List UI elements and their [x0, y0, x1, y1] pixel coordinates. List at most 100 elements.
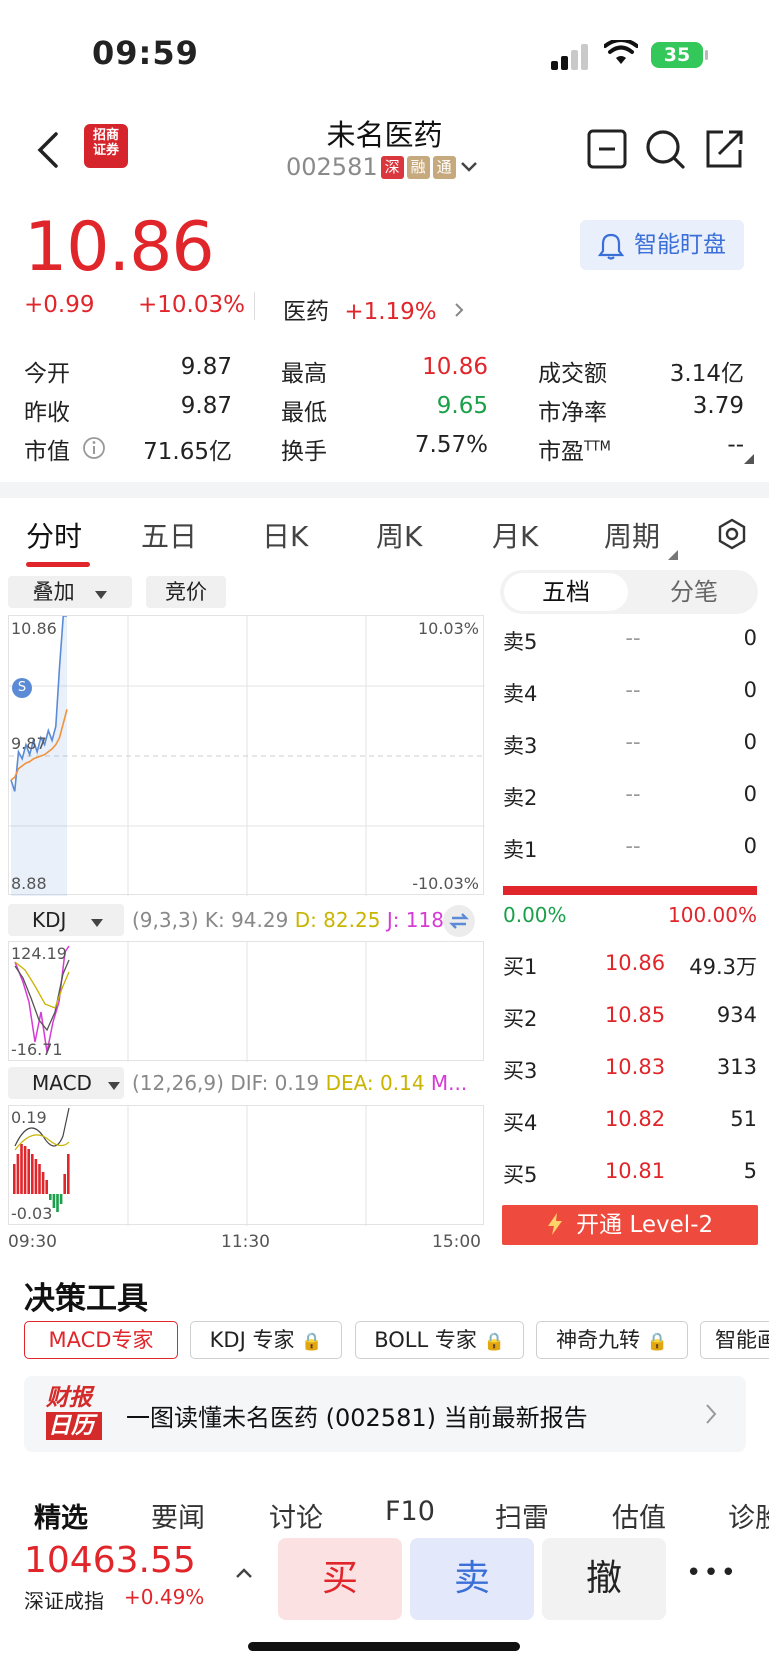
bid-volume: 5: [743, 1159, 757, 1183]
bid-price: 10.86: [604, 951, 666, 975]
smart-watch-button[interactable]: 智能盯盘: [580, 220, 744, 270]
ask-row[interactable]: 卖4 -- 0: [503, 678, 757, 718]
bid-volume: 51: [730, 1107, 757, 1131]
bid-volume: 934: [716, 1003, 757, 1027]
stat-turnover: 7.57%: [414, 432, 488, 458]
intraday-chart[interactable]: 10.86 9.87 8.88 10.03% -10.03% S: [8, 615, 485, 896]
tab-intraday[interactable]: 分时: [26, 515, 82, 555]
price-change: +0.99: [24, 292, 95, 318]
settings-icon[interactable]: [716, 518, 748, 550]
tab-monthly-k[interactable]: 月K: [492, 515, 538, 555]
bid-row[interactable]: 买4 10.82 51: [503, 1107, 757, 1147]
wifi-icon: [604, 40, 638, 64]
report-badge-bottom: 日历: [46, 1412, 102, 1440]
index-pct: +0.49%: [124, 1585, 205, 1609]
stat-pb: 3.79: [692, 393, 744, 419]
bid-row[interactable]: 买3 10.83 313: [503, 1055, 757, 1095]
bid-row[interactable]: 买5 10.81 5: [503, 1159, 757, 1199]
info-icon[interactable]: [82, 436, 106, 460]
macd-plot: [13, 1106, 367, 1226]
bid-level-label: 买2: [503, 1007, 538, 1031]
tab-daily-k[interactable]: 日K: [262, 515, 308, 555]
macd-dropdown[interactable]: MACD: [8, 1067, 124, 1099]
switch-indicator-icon[interactable]: [442, 904, 476, 938]
minus-square-icon[interactable]: [586, 128, 628, 170]
dropdown-arrow-icon: [90, 919, 103, 927]
dropdown-arrow-icon: [95, 591, 108, 599]
cancel-order-button[interactable]: 撤: [542, 1538, 666, 1620]
home-indicator: [248, 1642, 520, 1651]
chevron-right-icon: [455, 303, 464, 317]
ask-price: --: [625, 730, 641, 754]
tab-period[interactable]: 周期: [604, 515, 660, 555]
tool-kdj-expert[interactable]: KDJ 专家 🔒: [190, 1321, 342, 1359]
kdj-chart[interactable]: 124.19 -16.71: [8, 941, 484, 1062]
macd-histogram-bar: [45, 1180, 48, 1194]
overlay-dropdown[interactable]: 叠加: [8, 576, 132, 608]
bid-row[interactable]: 买1 10.86 49.3万: [503, 951, 757, 991]
level2-button[interactable]: 开通 Level-2: [502, 1205, 758, 1245]
sell-button[interactable]: 卖: [410, 1538, 534, 1620]
buy-button[interactable]: 买: [278, 1538, 402, 1620]
macd-histogram-bar: [56, 1194, 59, 1212]
stat-pe-label-text: 市盈: [538, 439, 584, 465]
stat-low: 9.65: [436, 393, 488, 419]
stat-open-label: 今开: [24, 361, 70, 387]
signal-marker[interactable]: S: [12, 678, 32, 698]
share-icon[interactable]: [703, 128, 745, 170]
ask-row[interactable]: 卖3 -- 0: [503, 730, 757, 770]
tab-ticks[interactable]: 分笔: [632, 573, 756, 611]
tab-weekly-k[interactable]: 周K: [376, 515, 422, 555]
bid-level-label: 买1: [503, 955, 538, 979]
kdj-label: KDJ: [32, 908, 67, 932]
bid-price: 10.81: [604, 1159, 666, 1183]
expand-corner-icon[interactable]: [744, 454, 754, 464]
search-icon[interactable]: [644, 128, 686, 170]
tool-macd-expert[interactable]: MACD专家: [24, 1321, 178, 1359]
tool-magic-nine[interactable]: 神奇九转 🔒: [536, 1321, 688, 1359]
tab-five-levels[interactable]: 五档: [504, 573, 628, 611]
stock-code-row[interactable]: 002581 深 融 通: [286, 153, 479, 181]
stat-amount: 3.14亿: [669, 361, 744, 387]
y-axis-top: 10.86: [11, 619, 57, 638]
ask-price: --: [625, 678, 641, 702]
time-mid: 11:30: [221, 1232, 270, 1252]
price-change-pct: +10.03%: [138, 292, 245, 318]
ask-row[interactable]: 卖2 -- 0: [503, 782, 757, 822]
index-name: 深证成指: [24, 1589, 104, 1613]
ask-price: --: [625, 626, 641, 650]
chevron-up-icon[interactable]: [234, 1566, 254, 1580]
tool-smart-draw[interactable]: 智能画: [700, 1321, 769, 1359]
kdj-dropdown[interactable]: KDJ: [8, 904, 124, 936]
tool-nine-label: 神奇九转: [556, 1328, 641, 1352]
macd-chart[interactable]: 0.19 -0.03: [8, 1105, 484, 1226]
bid-row[interactable]: 买2 10.85 934: [503, 1003, 757, 1043]
active-tab-indicator: [26, 562, 90, 567]
news-tab-f10[interactable]: F10: [385, 1496, 435, 1527]
stats-grid[interactable]: 今开 9.87 最高 10.86 成交额 3.14亿 昨收 9.87 最低 9.…: [0, 354, 769, 474]
time-start: 09:30: [8, 1232, 57, 1252]
overlay-label: 叠加: [32, 580, 75, 604]
kdj-plot: [14, 942, 367, 1062]
sector-pct: +1.19%: [344, 299, 437, 325]
bid-volume: 49.3万: [689, 955, 757, 979]
sector-link[interactable]: 医药 +1.19%: [283, 292, 466, 326]
tool-boll-label: BOLL 专家: [374, 1328, 477, 1352]
macd-dea-line: [14, 1134, 70, 1151]
macd-histogram-bar: [27, 1149, 30, 1194]
macd-histogram-bar: [67, 1154, 70, 1194]
ask-row[interactable]: 卖5 -- 0: [503, 626, 757, 666]
report-banner[interactable]: 财报 日历 一图读懂未名医药 (002581) 当前最新报告: [24, 1376, 746, 1452]
more-menu-icon[interactable]: •••: [686, 1558, 738, 1588]
level2-label: 开通 Level-2: [576, 1212, 714, 1238]
ask-price: --: [625, 782, 641, 806]
kdj-k: K: 94.29: [204, 908, 289, 932]
tool-boll-expert[interactable]: BOLL 专家 🔒: [355, 1321, 524, 1359]
index-value[interactable]: 10463.55: [24, 1540, 196, 1581]
lock-icon: 🔒: [646, 1332, 668, 1352]
macd-histogram-bar: [23, 1146, 27, 1194]
ask-row[interactable]: 卖1 -- 0: [503, 834, 757, 874]
stat-mcap-label: 市值: [24, 439, 70, 465]
tab-five-day[interactable]: 五日: [141, 515, 197, 555]
auction-button[interactable]: 竞价: [146, 576, 226, 608]
